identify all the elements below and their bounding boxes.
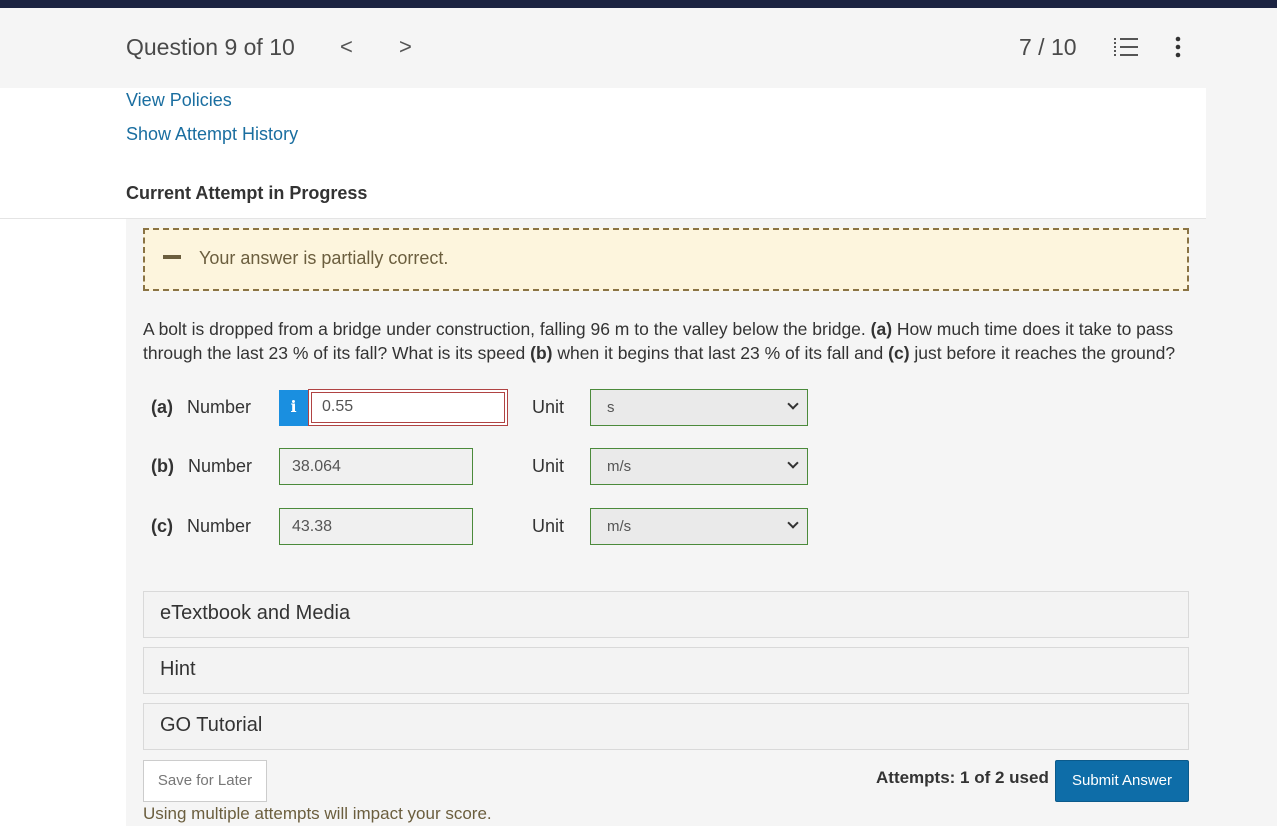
part-b-label: (b) Number xyxy=(151,456,252,477)
part-c-id: (c) xyxy=(151,516,173,536)
part-a-unit-label: Unit xyxy=(532,397,565,417)
part-a-input-wrapper: 0.55 xyxy=(308,389,508,426)
chevron-down-icon xyxy=(787,457,799,469)
question-header: Question 9 of 10 < > 7 / 10 xyxy=(0,8,1277,88)
problem-statement: A bolt is dropped from a bridge under co… xyxy=(143,317,1193,365)
attempts-warning: Using multiple attempts will impact your… xyxy=(143,804,492,823)
question-list-icon[interactable] xyxy=(1114,36,1138,58)
part-a-unit-value: s xyxy=(607,399,615,416)
feedback-banner: Your answer is partially correct. xyxy=(143,228,1189,291)
part-c-unit-select[interactable]: m/s xyxy=(590,508,808,545)
next-question-button[interactable]: > xyxy=(399,34,412,60)
attempt-history-link[interactable]: Show Attempt History xyxy=(126,124,298,145)
score-display: 7 / 10 xyxy=(1019,34,1077,60)
part-c-label: (c) Number xyxy=(151,516,251,537)
part-a-label: (a) Number xyxy=(151,397,251,418)
top-bar xyxy=(0,0,1277,8)
part-c-unit-label: Unit xyxy=(532,516,565,536)
problem-part-c-label: (c) xyxy=(888,343,910,363)
feedback-text: Your answer is partially correct. xyxy=(199,248,449,268)
submit-answer-button[interactable]: Submit Answer xyxy=(1055,760,1189,802)
question-title: Question 9 of 10 xyxy=(126,34,295,60)
partial-minus-icon xyxy=(163,255,181,259)
part-a-id: (a) xyxy=(151,397,173,417)
part-c-unit-value: m/s xyxy=(607,518,632,535)
go-tutorial-accordion[interactable]: GO Tutorial xyxy=(143,703,1189,750)
attempt-heading: Current Attempt in Progress xyxy=(126,183,368,203)
chevron-down-icon xyxy=(787,517,799,529)
part-b-unit-label: Unit xyxy=(532,456,565,476)
part-a-number-label: Number xyxy=(187,397,252,417)
view-policies-link[interactable]: View Policies xyxy=(126,90,232,111)
info-icon[interactable]: i xyxy=(279,390,308,426)
previous-question-button[interactable]: < xyxy=(340,34,353,60)
etextbook-accordion[interactable]: eTextbook and Media xyxy=(143,591,1189,638)
part-c-number-input[interactable]: 43.38 xyxy=(279,508,473,545)
problem-text-1: A bolt is dropped from a bridge under co… xyxy=(143,319,871,339)
part-b-id: (b) xyxy=(151,456,174,476)
hint-accordion[interactable]: Hint xyxy=(143,647,1189,694)
problem-text-3: when it begins that last 23 % of its fal… xyxy=(552,343,889,363)
more-vertical-icon[interactable] xyxy=(1168,36,1188,58)
problem-part-b-label: (b) xyxy=(530,343,553,363)
part-c-number-label: Number xyxy=(187,516,252,536)
problem-text-4: just before it reaches the ground? xyxy=(909,343,1176,363)
part-b-unit-value: m/s xyxy=(607,458,632,475)
part-b-unit-select[interactable]: m/s xyxy=(590,448,808,485)
save-for-later-button[interactable]: Save for Later xyxy=(143,760,267,802)
part-a-number-input[interactable]: 0.55 xyxy=(311,392,505,423)
problem-part-a-label: (a) xyxy=(870,319,893,339)
part-b-number-input[interactable]: 38.064 xyxy=(279,448,473,485)
chevron-down-icon xyxy=(787,398,799,410)
part-a-unit-select[interactable]: s xyxy=(590,389,808,426)
attempts-counter: Attempts: 1 of 2 used xyxy=(876,768,1049,787)
part-b-number-label: Number xyxy=(187,456,253,476)
